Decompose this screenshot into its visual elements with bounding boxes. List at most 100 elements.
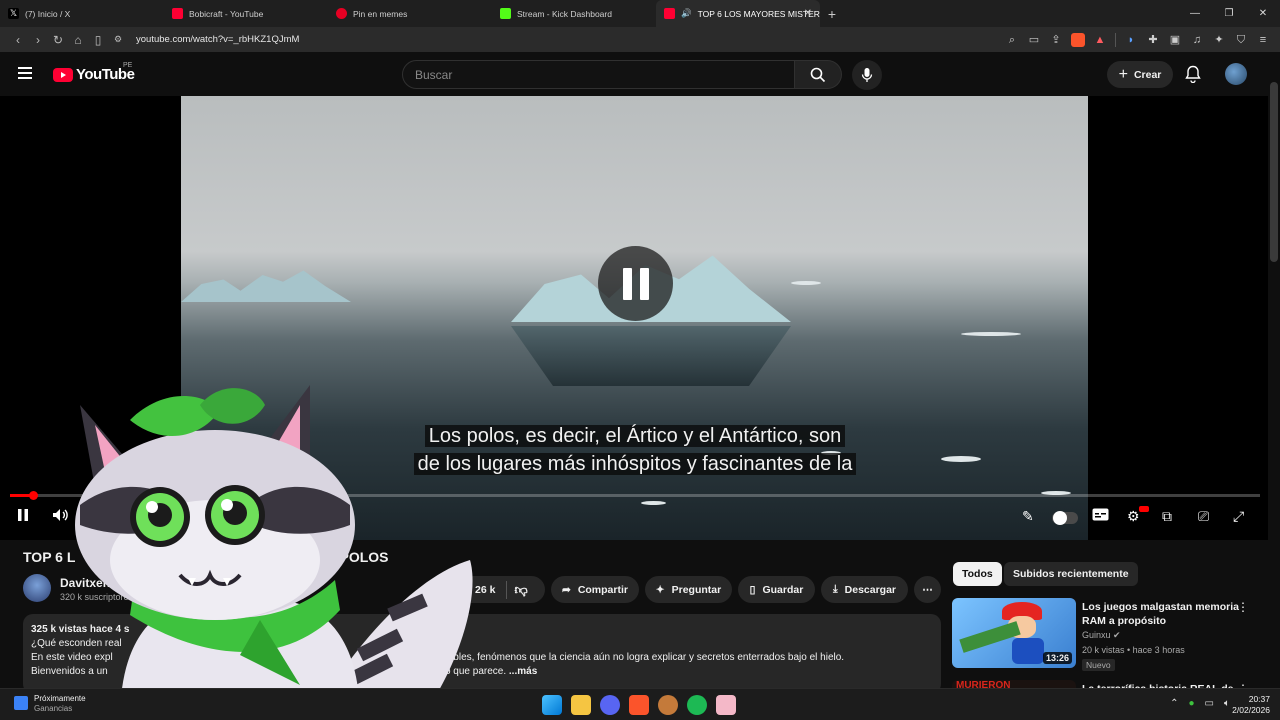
notifications-bell-icon[interactable] bbox=[1185, 65, 1201, 88]
app-icon[interactable] bbox=[658, 695, 678, 715]
account-avatar[interactable] bbox=[1225, 63, 1247, 85]
address-bar: ‹ › ↻ ⌂ ▯ ⚙ youtube.com/watch?v=_rbHKZ1Q… bbox=[0, 27, 1280, 52]
chip-all[interactable]: Todos bbox=[953, 562, 1002, 586]
more-actions-button[interactable]: ⋯ bbox=[914, 576, 941, 603]
vpn-icon[interactable]: ◗ bbox=[1124, 33, 1138, 47]
close-tab-icon[interactable]: ✕ bbox=[804, 8, 812, 19]
youtube-icon bbox=[172, 8, 183, 19]
youtube-header: YouTube PE Buscar + Crear bbox=[0, 52, 1280, 96]
scrubber-knob[interactable] bbox=[28, 491, 38, 500]
chip-recent[interactable]: Subidos recientemente bbox=[1004, 562, 1138, 586]
close-window-icon[interactable]: ✕ bbox=[1246, 0, 1280, 27]
sidebar-icon[interactable]: ▣ bbox=[1168, 33, 1182, 47]
rec-title[interactable]: Los juegos malgastan memoria RAM a propó… bbox=[1082, 600, 1242, 628]
reload-icon[interactable]: ↻ bbox=[48, 33, 68, 47]
clock[interactable]: 20:37 2/02/2026 bbox=[1232, 694, 1270, 716]
system-tray: ⌃ ● ▭ 🔈︎ bbox=[1170, 698, 1230, 709]
widgets-button[interactable]: Próximamente Ganancias bbox=[14, 694, 86, 714]
captions-icon[interactable] bbox=[1092, 508, 1109, 524]
center-pause-icon[interactable] bbox=[598, 246, 673, 321]
create-button[interactable]: + Crear bbox=[1107, 61, 1173, 88]
mic-icon bbox=[861, 68, 873, 82]
browser-menu-icon[interactable]: ≡ bbox=[1256, 33, 1270, 47]
chevron-up-icon[interactable]: ⌃ bbox=[1170, 698, 1178, 709]
search-input[interactable]: Buscar bbox=[402, 60, 795, 89]
taskbar-apps bbox=[542, 695, 736, 715]
tab-pinterest[interactable]: Pin en memes bbox=[328, 0, 492, 27]
save-button[interactable]: ▯ Guardar bbox=[738, 576, 815, 603]
show-more-link[interactable]: ...más bbox=[509, 666, 537, 677]
fullscreen-icon[interactable]: ⤢ bbox=[1233, 508, 1244, 525]
page-scrollbar[interactable] bbox=[1270, 82, 1278, 262]
download-button[interactable]: ⤓ Descargar bbox=[821, 576, 908, 603]
settings-gear-icon[interactable]: ⚙ bbox=[1127, 506, 1149, 525]
home-icon[interactable]: ⌂ bbox=[68, 33, 88, 47]
restore-icon[interactable]: ❐ bbox=[1212, 0, 1246, 27]
leo-icon[interactable]: ✦ bbox=[1212, 33, 1226, 47]
wallet-icon[interactable]: ⛉ bbox=[1234, 33, 1248, 47]
share-button[interactable]: ➦ Compartir bbox=[551, 576, 639, 603]
discord-icon[interactable] bbox=[600, 695, 620, 715]
search-icon bbox=[810, 67, 826, 82]
volume-tray-icon[interactable]: 🔈︎ bbox=[1224, 698, 1230, 709]
tab-x[interactable]: 𝕏 (7) Inicio / X bbox=[0, 0, 164, 27]
share-icon[interactable]: ⇪ bbox=[1049, 33, 1063, 47]
url-field[interactable]: youtube.com/watch?v=_rbHKZ1QJmM bbox=[136, 34, 299, 45]
search-button[interactable] bbox=[795, 60, 842, 89]
pill-divider bbox=[506, 580, 508, 599]
recommended-video[interactable]: 13:26 Los juegos malgastan memoria RAM a… bbox=[952, 598, 1272, 676]
voice-search-button[interactable] bbox=[852, 60, 882, 90]
rec-channel[interactable]: Guinxu ✔ bbox=[1082, 630, 1121, 641]
more-dots-icon: ⋯ bbox=[922, 583, 933, 596]
pinterest-icon bbox=[336, 8, 347, 19]
cast-icon[interactable]: ▭ bbox=[1027, 33, 1041, 47]
windows-taskbar: Próximamente Ganancias ⌃ ● ▭ 🔈︎ 20:37 2/0… bbox=[0, 688, 1280, 720]
windows-start-icon[interactable] bbox=[542, 695, 562, 715]
rec-more-icon[interactable]: ⋮ bbox=[1237, 600, 1249, 614]
brave-shield-icon[interactable] bbox=[1071, 32, 1085, 47]
cast-icon[interactable]: ⎚ bbox=[1198, 508, 1209, 525]
autoplay-toggle[interactable] bbox=[1052, 511, 1078, 525]
tab-active-video[interactable]: 🔊 TOP 6 LOS MAYORES MISTER ✕ bbox=[656, 0, 820, 27]
speaker-icon: 🔊 bbox=[681, 8, 692, 18]
pencil-icon[interactable]: ✎ bbox=[1022, 508, 1034, 525]
forward-icon[interactable]: › bbox=[28, 33, 48, 47]
app-icon[interactable] bbox=[716, 695, 736, 715]
share-arrow-icon: ➦ bbox=[562, 583, 571, 596]
video-thumbnail[interactable]: 13:26 bbox=[952, 598, 1076, 668]
microphone-icon[interactable]: ● bbox=[1189, 698, 1195, 709]
hamburger-menu-icon[interactable] bbox=[18, 67, 32, 79]
tab-bobicraft[interactable]: Bobicraft - YouTube bbox=[164, 0, 328, 27]
hd-badge bbox=[1139, 506, 1149, 512]
channel-avatar[interactable] bbox=[23, 574, 51, 602]
music-icon[interactable]: ♫ bbox=[1190, 33, 1204, 47]
rec-meta: 20 k vistas • hace 3 horas bbox=[1082, 645, 1185, 655]
divider bbox=[1115, 32, 1116, 47]
file-explorer-icon[interactable] bbox=[571, 695, 591, 715]
rewards-icon[interactable]: ▲ bbox=[1093, 33, 1107, 47]
network-icon[interactable]: ▭ bbox=[1205, 698, 1214, 709]
browser-toolbar: ⌕ ▭ ⇪ ▲ ◗ ✚ ▣ ♫ ✦ ⛉ ≡ bbox=[1005, 27, 1270, 52]
verified-icon: ✔ bbox=[1113, 630, 1121, 640]
youtube-icon bbox=[664, 8, 675, 19]
dislike-icon[interactable]: 👎︎ bbox=[514, 582, 527, 598]
download-icon: ⤓ bbox=[832, 583, 838, 595]
zoom-icon[interactable]: ⌕ bbox=[1005, 33, 1019, 47]
back-icon[interactable]: ‹ bbox=[8, 33, 28, 47]
bookmark-icon[interactable]: ▯ bbox=[88, 33, 108, 47]
tab-kick[interactable]: Stream - Kick Dashboard bbox=[492, 0, 656, 27]
new-tab-button[interactable]: + bbox=[820, 6, 844, 22]
spotify-icon[interactable] bbox=[687, 695, 707, 715]
duration-badge: 13:26 bbox=[1042, 652, 1072, 664]
extensions-icon[interactable]: ✚ bbox=[1146, 33, 1160, 47]
ask-button[interactable]: ✦ Preguntar bbox=[645, 576, 732, 603]
site-settings-icon[interactable]: ⚙ bbox=[108, 34, 128, 45]
new-badge: Nuevo bbox=[1082, 659, 1115, 671]
miniplayer-icon[interactable]: ⧉ bbox=[1162, 508, 1172, 525]
sparkle-icon: ✦ bbox=[655, 583, 665, 596]
brave-icon[interactable] bbox=[629, 695, 649, 715]
bookmark-icon: ▯ bbox=[749, 583, 756, 596]
youtube-logo[interactable]: YouTube PE bbox=[53, 62, 135, 83]
minimize-icon[interactable]: — bbox=[1178, 0, 1212, 27]
pause-icon[interactable] bbox=[16, 508, 30, 525]
